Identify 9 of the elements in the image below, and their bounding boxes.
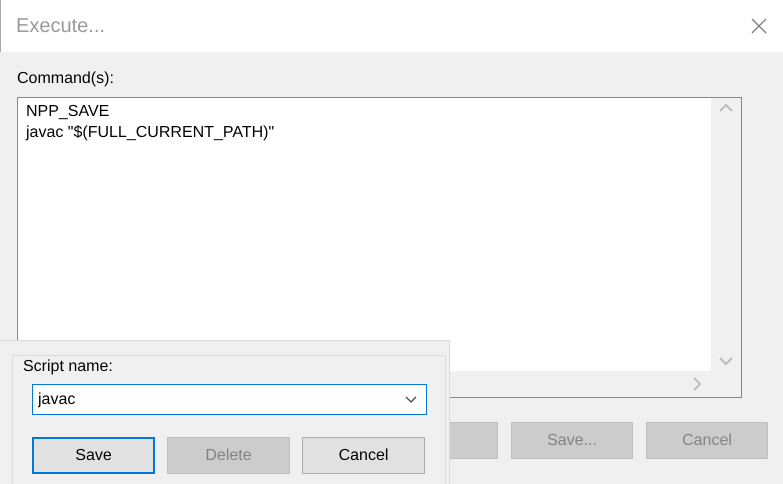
script-name-label: Script name: <box>23 358 113 376</box>
window-title: Execute... <box>16 14 105 38</box>
command-line: javac "$(FULL_CURRENT_PATH)" <box>26 123 274 143</box>
close-icon[interactable] <box>751 18 767 34</box>
panel-button[interactable]: Save <box>32 437 155 474</box>
command-line: NPP_SAVE <box>26 102 110 122</box>
commands-label: Command(s): <box>17 70 114 88</box>
chevron-down-icon[interactable] <box>405 396 417 403</box>
panel-button[interactable]: Cancel <box>302 437 425 474</box>
